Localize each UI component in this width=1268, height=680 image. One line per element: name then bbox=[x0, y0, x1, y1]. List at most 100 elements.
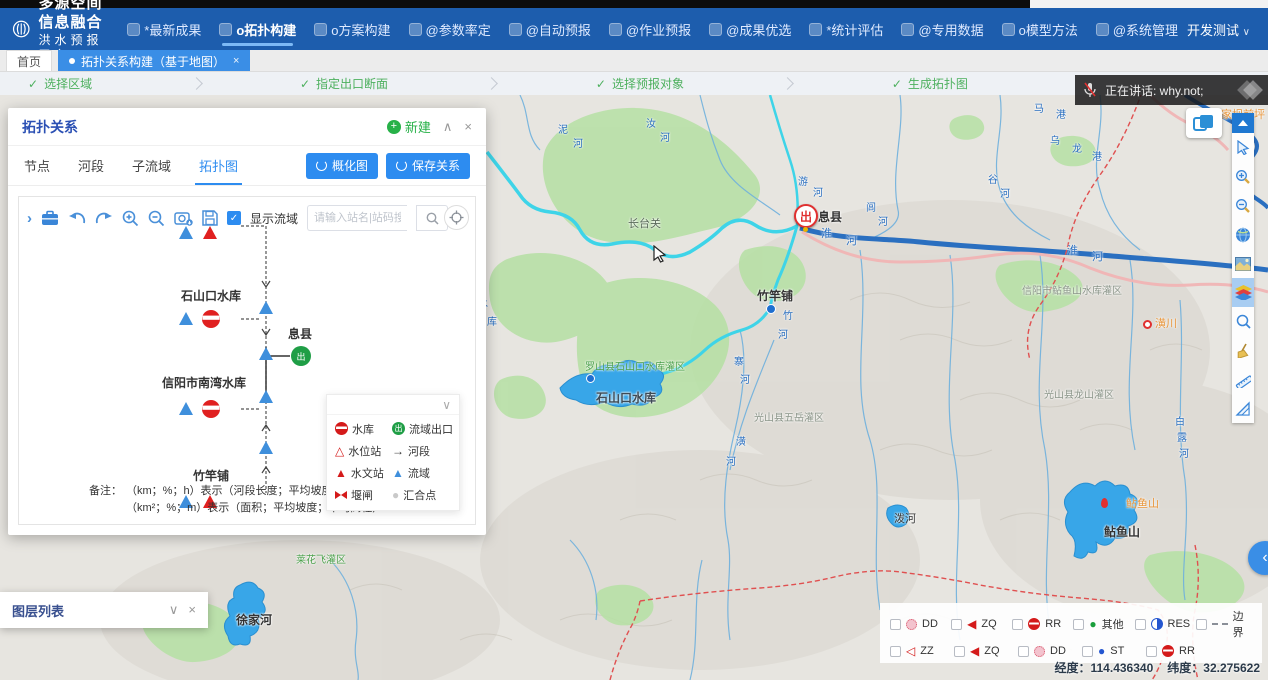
legend-toggle-RR[interactable]: RR bbox=[1012, 618, 1073, 630]
station-search-input[interactable] bbox=[307, 205, 407, 231]
svg-text:出: 出 bbox=[296, 351, 305, 362]
nav-item-自动预报[interactable]: @自动预报 bbox=[500, 8, 600, 50]
legend-toggle-RR[interactable]: RR bbox=[1146, 645, 1195, 657]
station-pin-nianyushan[interactable] bbox=[1101, 498, 1108, 508]
nav-item-专用数据[interactable]: @专用数据 bbox=[892, 8, 992, 50]
nav-item-label: @专用数据 bbox=[918, 20, 983, 39]
legend-toggle-ST[interactable]: ●ST bbox=[1082, 645, 1146, 657]
tab-reaches[interactable]: 河段 bbox=[78, 146, 104, 185]
basemap-switch-button[interactable] bbox=[1186, 108, 1222, 138]
ruler-icon bbox=[1235, 372, 1251, 388]
basin-symbol[interactable] bbox=[179, 312, 193, 325]
satellite-basemap-tool[interactable] bbox=[1232, 249, 1254, 278]
basin-symbol[interactable] bbox=[259, 301, 273, 314]
show-basin-checkbox[interactable]: ✓ bbox=[227, 211, 241, 225]
checkbox-unchecked bbox=[951, 619, 962, 630]
step-3[interactable]: ✓选择预报对象 bbox=[596, 75, 684, 92]
tools-collapse-button[interactable] bbox=[1232, 113, 1254, 133]
logo-line1: 多源空间信息融合 bbox=[39, 0, 105, 33]
topology-panel-header: 拓扑关系 + 新建 ∧ × bbox=[8, 108, 486, 146]
nav-item-方案构建[interactable]: o方案构建 bbox=[305, 8, 399, 50]
tab-close-icon[interactable]: × bbox=[233, 55, 239, 67]
legend-toggle-边界[interactable]: 边界 bbox=[1196, 608, 1252, 640]
chevron-down-icon: ∨ bbox=[442, 398, 451, 412]
legend-toggle-RES[interactable]: RES bbox=[1135, 618, 1196, 630]
nav-item-最新成果[interactable]: *最新成果 bbox=[118, 8, 210, 50]
legend-toggle-label: DD bbox=[1050, 645, 1066, 657]
step-1[interactable]: ✓选择区域 bbox=[28, 75, 92, 92]
topology-canvas[interactable]: 石山口水库 息县 出 信阳市南湾水库 竹竿铺 › bbox=[18, 196, 476, 525]
tab-home[interactable]: 首页 bbox=[6, 50, 52, 71]
nav-item-作业预报[interactable]: @作业预报 bbox=[600, 8, 700, 50]
checkbox-unchecked bbox=[1073, 619, 1084, 630]
legend-toggle-ZQ[interactable]: ◀ZQ bbox=[954, 645, 1018, 657]
zoom-out-button[interactable] bbox=[148, 210, 165, 227]
step-4[interactable]: ✓生成拓扑图 bbox=[892, 75, 968, 92]
legend-toggle-DD[interactable]: DD bbox=[890, 618, 951, 630]
reservoir-symbol[interactable] bbox=[202, 400, 220, 418]
legend-toggle-DD[interactable]: DD bbox=[1018, 645, 1082, 657]
zoom-in-tool[interactable] bbox=[1232, 162, 1254, 191]
export-image-button[interactable] bbox=[174, 210, 193, 226]
station-dot-shishankou[interactable] bbox=[586, 374, 595, 383]
basin-symbol[interactable] bbox=[259, 441, 273, 454]
other-icon: ● bbox=[1089, 618, 1096, 630]
reservoir-symbol[interactable] bbox=[202, 310, 220, 328]
generalize-button[interactable]: 概化图 bbox=[306, 153, 378, 179]
basin-symbol[interactable] bbox=[179, 402, 193, 415]
nav-item-label: @成果优选 bbox=[726, 20, 791, 39]
search-tool[interactable] bbox=[1232, 307, 1254, 336]
redo-button[interactable] bbox=[95, 211, 113, 225]
station-dot-zhuganpu[interactable] bbox=[766, 304, 776, 314]
collapse-icon[interactable]: ∧ bbox=[443, 119, 453, 135]
step-2[interactable]: ✓指定出口断面 bbox=[300, 75, 388, 92]
legend-toggle-label: RR bbox=[1045, 618, 1061, 630]
check-icon: ✓ bbox=[28, 77, 38, 91]
nav-item-icon bbox=[901, 23, 914, 36]
outlet-symbol[interactable]: 出 bbox=[291, 346, 311, 366]
fit-view-button[interactable] bbox=[444, 205, 469, 230]
basin-symbol[interactable] bbox=[259, 390, 273, 403]
close-icon[interactable]: × bbox=[188, 602, 196, 618]
save-label: 保存关系 bbox=[412, 157, 460, 174]
legend-toggle-ZZ[interactable]: ◁ZZ bbox=[890, 645, 954, 657]
nav-item-成果优选[interactable]: @成果优选 bbox=[700, 8, 800, 50]
globe-view-tool[interactable] bbox=[1232, 220, 1254, 249]
legend-collapse[interactable]: ∨ bbox=[327, 395, 459, 415]
nav-item-label: @参数率定 bbox=[426, 20, 491, 39]
layers-tool[interactable] bbox=[1232, 278, 1254, 307]
nav-item-模型方法[interactable]: o模型方法 bbox=[993, 8, 1087, 50]
save-relation-button[interactable]: 保存关系 bbox=[386, 153, 470, 179]
tab-topology-map[interactable]: 拓扑关系构建（基于地图） × bbox=[58, 50, 250, 71]
new-button[interactable]: + 新建 bbox=[387, 117, 431, 136]
zoom-out-tool[interactable] bbox=[1232, 191, 1254, 220]
zoom-out-icon bbox=[1235, 198, 1251, 214]
basin-symbol[interactable] bbox=[259, 347, 273, 360]
expand-chevron-icon[interactable]: › bbox=[27, 210, 32, 227]
basin-outlet-pin[interactable]: 出 bbox=[794, 204, 818, 228]
collapse-icon[interactable]: ∨ bbox=[169, 602, 179, 618]
tab-nodes[interactable]: 节点 bbox=[24, 146, 50, 185]
measure-area-tool[interactable] bbox=[1232, 394, 1254, 423]
nav-item-统计评估[interactable]: *统计评估 bbox=[800, 8, 892, 50]
nav-item-icon bbox=[219, 23, 232, 36]
save-diagram-button[interactable] bbox=[202, 210, 218, 226]
nav-item-系统管理[interactable]: @系统管理 bbox=[1087, 8, 1187, 50]
undo-button[interactable] bbox=[68, 211, 86, 225]
toolbox-button[interactable] bbox=[41, 210, 59, 226]
clear-tool[interactable] bbox=[1232, 336, 1254, 365]
nav-item-拓扑构建[interactable]: o拓扑构建 bbox=[210, 8, 305, 50]
user-env-dropdown[interactable]: 开发测试 ∨ bbox=[1187, 20, 1268, 39]
tab-topology-graph[interactable]: 拓扑图 bbox=[199, 146, 238, 185]
tab-subbasins[interactable]: 子流域 bbox=[132, 146, 171, 185]
zoom-in-button[interactable] bbox=[122, 210, 139, 227]
legend-toggle-ZQ[interactable]: ◀ZQ bbox=[951, 618, 1012, 630]
legend-toggle-其他[interactable]: ●其他 bbox=[1073, 616, 1134, 632]
step-label: 指定出口断面 bbox=[316, 75, 388, 92]
measure-distance-tool[interactable] bbox=[1232, 365, 1254, 394]
close-icon[interactable]: × bbox=[464, 119, 472, 134]
nav-item-参数率定[interactable]: @参数率定 bbox=[400, 8, 500, 50]
pointer-tool[interactable] bbox=[1232, 133, 1254, 162]
station-ring-huangchuan[interactable] bbox=[1143, 320, 1152, 329]
show-basin-label: 显示流域 bbox=[250, 210, 298, 227]
